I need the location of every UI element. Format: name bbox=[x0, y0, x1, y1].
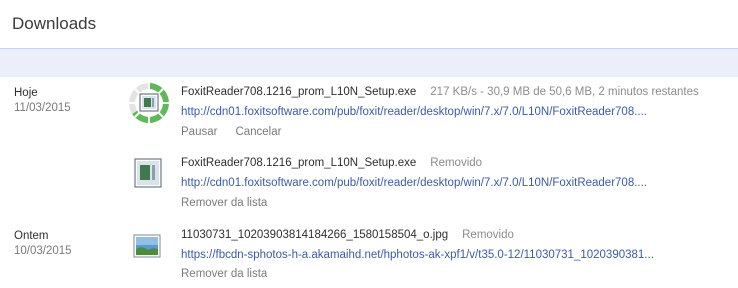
installer-file-icon bbox=[134, 158, 162, 188]
download-url-link[interactable]: http://cdn01.foxitsoftware.com/pub/foxit… bbox=[181, 106, 681, 118]
download-actions: Remover da lista bbox=[181, 268, 285, 280]
progress-ring-icon bbox=[129, 83, 169, 123]
image-file-icon bbox=[133, 234, 161, 258]
date-group-label: Hoje bbox=[14, 87, 38, 99]
remove-from-list-button[interactable]: Remover da lista bbox=[181, 268, 267, 280]
file-name[interactable]: 11030731_10203903814184266_1580158504_o.… bbox=[181, 229, 448, 241]
date-group-today: Hoje 11/03/2015 bbox=[14, 86, 71, 116]
download-status: Removido bbox=[430, 157, 483, 169]
date-group-date: 11/03/2015 bbox=[14, 102, 71, 114]
file-name[interactable]: FoxitReader708.1216_prom_L10N_Setup.exe bbox=[181, 86, 416, 98]
date-group-yesterday: Ontem 10/03/2015 bbox=[14, 229, 72, 259]
download-status: Removido bbox=[462, 229, 514, 241]
page-title: Downloads bbox=[12, 14, 97, 33]
page-header: Downloads bbox=[0, 0, 738, 49]
header-band bbox=[0, 49, 738, 77]
remove-from-list-button[interactable]: Remover da lista bbox=[181, 197, 267, 209]
download-url-link[interactable]: https://fbcdn-sphotos-h-a.akamaihd.net/h… bbox=[181, 249, 681, 261]
download-actions: Remover da lista bbox=[181, 197, 285, 209]
cancel-button[interactable]: Cancelar bbox=[235, 126, 281, 138]
date-group-date: 10/03/2015 bbox=[14, 245, 72, 257]
download-actions: Pausar Cancelar bbox=[181, 126, 299, 138]
download-status: 217 KB/s - 30,9 MB de 50,6 MB, 2 minutos… bbox=[430, 86, 699, 98]
pause-button[interactable]: Pausar bbox=[181, 126, 217, 138]
date-group-label: Ontem bbox=[14, 230, 49, 242]
file-name[interactable]: FoxitReader708.1216_prom_L10N_Setup.exe bbox=[181, 157, 416, 169]
download-url-link[interactable]: http://cdn01.foxitsoftware.com/pub/foxit… bbox=[181, 177, 681, 189]
